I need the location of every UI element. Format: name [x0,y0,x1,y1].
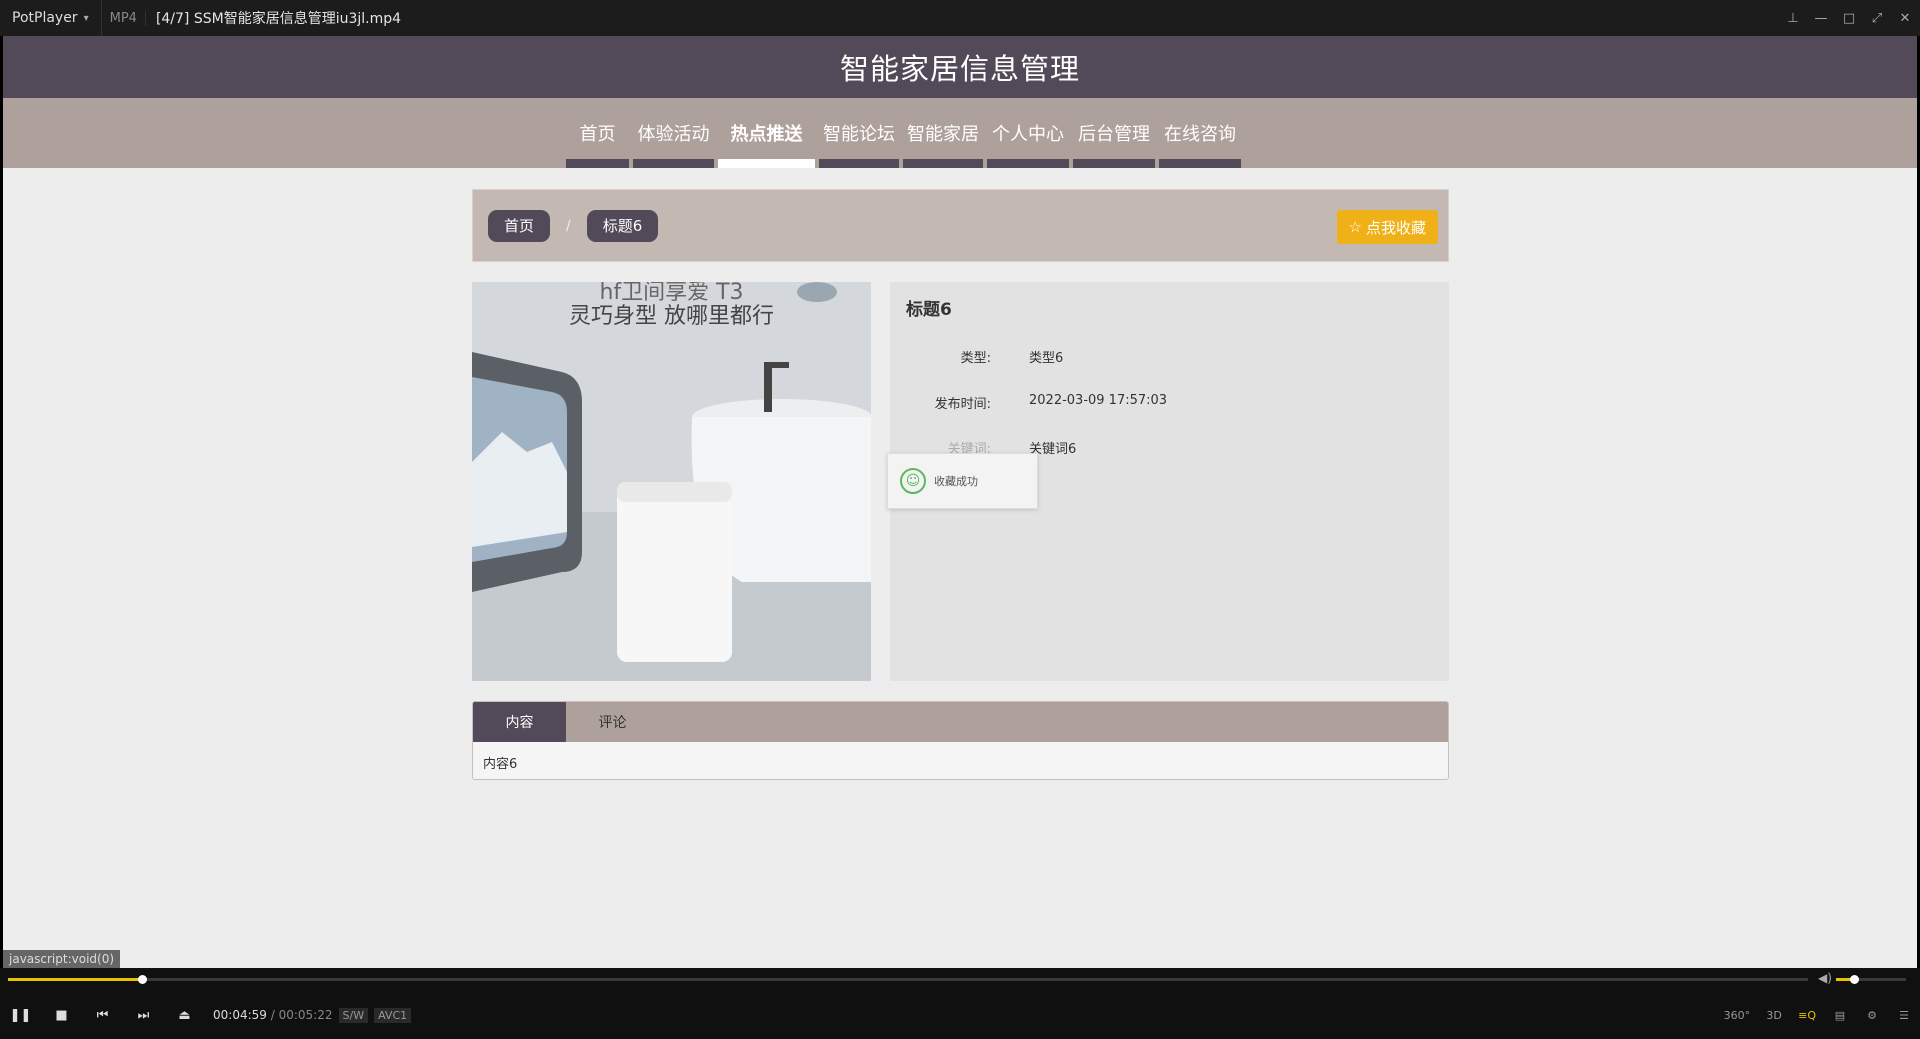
close-icon[interactable]: ✕ [1898,11,1912,26]
window-controls: ⊥ — □ ⤢ ✕ [1786,0,1912,36]
tab-comments[interactable]: 评论 [566,702,659,742]
chevron-down-icon: ▾ [83,12,89,24]
volume-handle[interactable] [1849,975,1859,984]
favorite-button[interactable]: ☆ 点我收藏 [1336,210,1438,244]
volume-icon[interactable]: ◀) [1818,971,1832,985]
eject-icon[interactable]: ⏏ [164,1000,205,1030]
nav-item[interactable]: 个人中心 [985,98,1071,168]
settings-gear-icon[interactable]: ⚙ [1864,1009,1880,1022]
site-title: 智能家居信息管理 [839,52,1080,86]
fullscreen-icon[interactable]: ⤢ [1870,11,1884,26]
3d-icon[interactable]: 3D [1766,1009,1782,1022]
maximize-icon[interactable]: □ [1842,11,1856,26]
right-controls: 360° 3D ≡Q ▤ ⚙ ☰ [1724,1000,1912,1030]
details-title: 标题6 [906,300,952,320]
tab-content: 内容6 [483,757,518,772]
detail-value: 2022-03-09 17:57:03 [1029,393,1168,408]
pin-icon[interactable]: ⊥ [1786,11,1800,26]
favorite-label: 点我收藏 [1365,218,1426,237]
bathroom-illustration [472,282,871,681]
total-duration: 00:05:22 [278,1008,333,1022]
site-header: 智能家居信息管理 [3,36,1917,98]
menu-icon[interactable]: ☰ [1896,1009,1912,1022]
file-format: MP4 [102,10,146,26]
previous-icon[interactable]: ⏮ [82,1000,123,1030]
seek-progress [8,978,142,981]
status-link: javascript:void(0) [3,950,121,968]
decoder-tag[interactable]: S/W [338,1007,369,1023]
playlist-search-icon[interactable]: ≡Q [1798,1009,1816,1022]
stop-icon[interactable]: ■ [41,1000,82,1030]
seek-handle[interactable] [138,975,147,984]
breadcrumb-home[interactable]: 首页 [488,209,551,242]
player-controls: ◀) ❚❚ ■ ⏮ ⏭ ⏏ 00:04:59 / 00:05:22 S/W AV… [0,968,1920,1039]
vr-360-icon[interactable]: 360° [1724,1009,1751,1022]
breadcrumb-separator: / [566,217,571,234]
control-row: ❚❚ ■ ⏮ ⏭ ⏏ 00:04:59 / 00:05:22 S/W AVC1 … [0,1000,1920,1030]
web-page: 智能家居信息管理 首页 体验活动 热点推送 智能论坛 智能家居 个人中心 后台管理 在线咨询 … [3,36,1917,968]
file-name: [4/7] SSM智能家居信息管理iu3jl.mp4 [155,11,402,27]
player-titlebar: PotPlayer ▾ MP4 [4/7] SSM智能家居信息管理iu3jl.m… [0,0,1920,36]
tab-bar: 内容 评论 [473,702,1448,742]
nav-item[interactable]: 后台管理 [1071,98,1157,168]
elapsed-time: 00:04:59 [213,1008,267,1022]
toast-message: ☺ 收藏成功 [887,453,1038,509]
nav-item[interactable]: 在线咨询 [1157,98,1243,168]
pause-icon[interactable]: ❚❚ [0,1000,41,1030]
nav-item[interactable]: 智能论坛 [817,98,901,168]
minimize-icon[interactable]: — [1814,11,1828,26]
toast-text: 收藏成功 [934,475,978,488]
nav-item[interactable]: 体验活动 [631,98,716,168]
main-nav: 首页 体验活动 热点推送 智能论坛 智能家居 个人中心 后台管理 在线咨询 [3,98,1917,168]
breadcrumb: 首页 / 标题6 ☆ 点我收藏 [472,189,1449,262]
nav-items: 首页 体验活动 热点推送 智能论坛 智能家居 个人中心 后台管理 在线咨询 [564,98,1243,168]
player-menu-button[interactable]: PotPlayer ▾ [0,0,102,36]
nav-item[interactable]: 智能家居 [901,98,985,168]
chapter-icon[interactable]: ▤ [1832,1009,1848,1022]
product-image: hf卫间享爱 T3 灵巧身型 放哪里都行 [472,282,871,681]
nav-item[interactable]: 热点推送 [716,98,817,168]
time-separator: / [270,1008,275,1022]
image-caption-2: 灵巧身型 放哪里都行 [569,304,774,329]
seek-bar[interactable] [8,975,1808,984]
detail-label: 发布时间: [934,397,991,412]
time-display: 00:04:59 / 00:05:22 [213,1008,333,1022]
next-icon[interactable]: ⏭ [123,1000,164,1030]
codec-tag[interactable]: AVC1 [374,1007,412,1023]
player-brand: PotPlayer [12,10,78,26]
star-icon: ☆ [1348,218,1362,236]
tab-content[interactable]: 内容 [473,702,566,742]
detail-value: 类型6 [1029,351,1064,366]
breadcrumb-current[interactable]: 标题6 [586,209,659,242]
smile-icon: ☺ [900,468,926,494]
volume-slider[interactable] [1836,975,1906,984]
nav-item[interactable]: 首页 [564,98,631,168]
detail-label: 类型: [960,351,991,366]
content-tabs: 内容 评论 内容6 [472,701,1449,780]
